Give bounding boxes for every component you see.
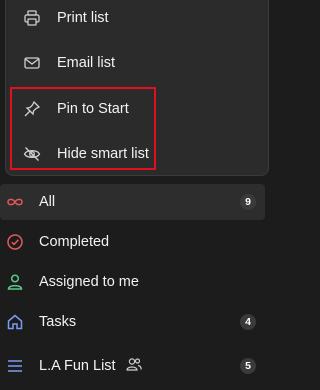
list-icon [5, 356, 25, 376]
list-item-label-wrapper: L.A Fun List [39, 357, 142, 375]
home-icon [5, 312, 25, 332]
list-item-label: Tasks [39, 314, 77, 330]
list-item-tasks[interactable]: Tasks 4 [0, 304, 265, 340]
count-badge: 4 [240, 314, 256, 330]
list-item-completed[interactable]: Completed [0, 224, 265, 260]
list-item-assigned-to-me[interactable]: Assigned to me [0, 264, 265, 300]
list-item-label: Assigned to me [39, 274, 139, 290]
list-item-label: Completed [39, 234, 110, 250]
mail-icon [23, 54, 41, 72]
check-circle-icon [5, 232, 25, 252]
list-item-la-fun-list[interactable]: L.A Fun List 5 [0, 348, 265, 384]
highlight-annotation-box [10, 87, 156, 170]
menu-item-email-list[interactable]: Email list [6, 43, 268, 83]
menu-item-label: Email list [57, 55, 116, 71]
app-window: Print list Email list Pin to Start Hide … [0, 0, 283, 390]
person-icon [5, 272, 25, 292]
infinity-icon [5, 192, 25, 212]
printer-icon [23, 9, 41, 27]
menu-item-print-list[interactable]: Print list [6, 0, 268, 38]
count-badge: 5 [240, 358, 256, 374]
menu-item-label: Print list [57, 10, 109, 26]
list-item-label: All [39, 194, 56, 210]
list-item-label: L.A Fun List [39, 357, 116, 374]
shared-people-icon [126, 357, 142, 375]
count-badge: 9 [240, 194, 256, 210]
list-item-all[interactable]: All 9 [0, 184, 265, 220]
